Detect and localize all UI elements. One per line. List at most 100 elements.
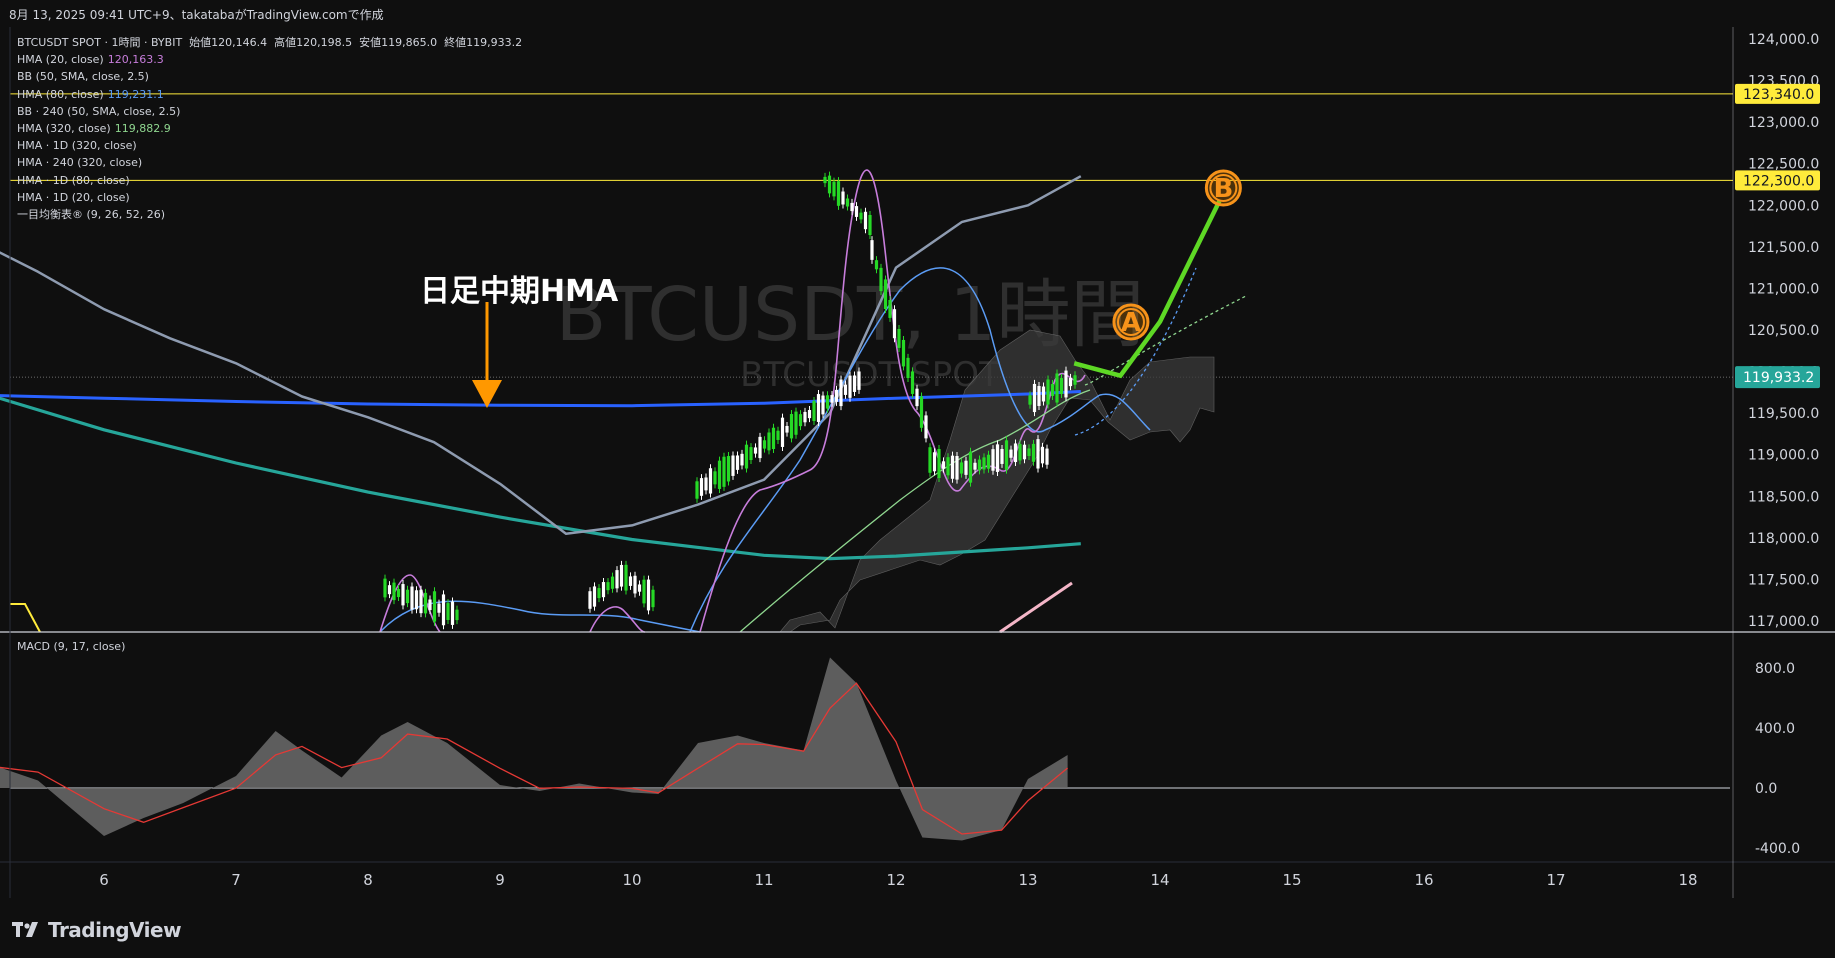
candle (776, 430, 780, 440)
indicator-label: HMA (20, close) (17, 53, 104, 67)
candle (977, 459, 982, 471)
time-tick-label: 9 (495, 871, 505, 889)
candle (651, 589, 655, 608)
candle (839, 379, 843, 407)
indicator-legend-item: HMA · 1D (320, close) (17, 137, 522, 154)
candle (1013, 443, 1018, 463)
time-tick-label: 15 (1282, 871, 1301, 889)
candle (753, 447, 758, 454)
candle (610, 576, 615, 589)
candle (785, 425, 789, 433)
candle (437, 603, 441, 613)
candle (1004, 440, 1009, 470)
candle (722, 456, 726, 487)
indicator-legend-item: HMA · 240 (320, close) (17, 154, 522, 171)
low-value: 119,865.0 (381, 36, 438, 49)
time-tick-label: 10 (622, 871, 641, 889)
indicator-legend-item: HMA (80, close) 119,231.1 (17, 86, 522, 103)
candle (812, 401, 816, 422)
candle (789, 414, 794, 439)
candle (1037, 386, 1041, 406)
candle (699, 478, 704, 496)
candle (932, 452, 937, 472)
candle (619, 564, 624, 587)
macd-tick-label: 400.0 (1755, 721, 1795, 737)
low-label: 安値 (359, 36, 382, 49)
candle (396, 589, 401, 598)
candle (410, 586, 414, 610)
candle (1045, 448, 1049, 465)
candle (906, 357, 910, 379)
candle (771, 427, 776, 450)
candle (843, 384, 848, 395)
footer: TradingView (0, 898, 1835, 958)
macd-pane[interactable] (0, 633, 1730, 860)
candle (823, 176, 827, 184)
candle (446, 603, 450, 620)
time-tick-label: 11 (754, 871, 773, 889)
candle (1064, 370, 1068, 398)
candle (1073, 375, 1077, 385)
candle (624, 564, 628, 591)
indicator-label: HMA · 1D (320, close) (17, 139, 137, 153)
price-tick-label: 122,500.0 (1748, 157, 1819, 173)
candle (950, 455, 955, 479)
time-tick-label: 6 (99, 871, 109, 889)
indicator-label: BB · 240 (50, SMA, close, 2.5) (17, 104, 181, 118)
candle (428, 599, 432, 611)
candle (1028, 395, 1032, 405)
close-value: 119,933.2 (466, 36, 523, 49)
candle (432, 591, 437, 622)
price-tick-label: 123,000.0 (1748, 115, 1819, 131)
tradingview-logo[interactable]: TradingView (12, 918, 182, 942)
level-price-label: 123,340.0 (1743, 87, 1814, 103)
macd-tick-label: -400.0 (1755, 841, 1800, 857)
time-tick-label: 12 (886, 871, 905, 889)
candle (642, 579, 646, 604)
candle (628, 576, 633, 586)
candle (868, 214, 872, 236)
candle (879, 267, 883, 292)
candle (646, 579, 651, 611)
candle (1027, 448, 1031, 457)
indicator-legend-item: 一目均衡表® (9, 26, 52, 26) (17, 206, 522, 223)
candle (749, 447, 753, 461)
candle (450, 601, 455, 625)
indicator-legend-item: HMA · 1D (80, close) (17, 172, 522, 189)
indicator-label: 一目均衡表® (9, 26, 52, 26) (17, 208, 166, 222)
candle (1059, 378, 1064, 394)
candle (592, 586, 597, 607)
tradingview-logo-icon (12, 922, 38, 937)
candle (695, 481, 699, 499)
candle (615, 570, 619, 589)
candle (1000, 448, 1004, 464)
candle (392, 582, 396, 601)
indicator-label: HMA (80, close) (17, 87, 104, 101)
indicator-list: HMA (20, close) 120,163.3 BB (50, SMA, clo… (17, 51, 522, 223)
candle (986, 454, 991, 469)
indicator-label: HMA · 1D (20, close) (17, 190, 130, 204)
candle (859, 212, 863, 220)
indicator-legend: BTCUSDT SPOT · 1時間 · BYBIT 始値120,146.4 高… (17, 34, 522, 223)
time-tick-label: 17 (1546, 871, 1565, 889)
candle (401, 584, 405, 606)
price-tick-label: 120,500.0 (1748, 323, 1819, 339)
candle (1018, 443, 1022, 461)
candle (767, 432, 771, 451)
indicator-value: 119,231.1 (107, 87, 164, 101)
candle (834, 389, 839, 402)
indicator-legend-item: HMA (320, close) 119,882.9 (17, 120, 522, 137)
candle (708, 468, 713, 494)
annotation-label: 日足中期HMA (420, 274, 619, 309)
candle (901, 339, 906, 367)
candle (807, 410, 812, 419)
candle (740, 453, 744, 466)
time-tick-label: 16 (1414, 871, 1433, 889)
candle (821, 395, 825, 415)
candle (874, 260, 879, 270)
candle (1009, 449, 1013, 458)
candle (991, 449, 995, 471)
candle (1050, 384, 1055, 396)
indicator-label: HMA · 240 (320, close) (17, 156, 143, 170)
candle (735, 455, 740, 470)
